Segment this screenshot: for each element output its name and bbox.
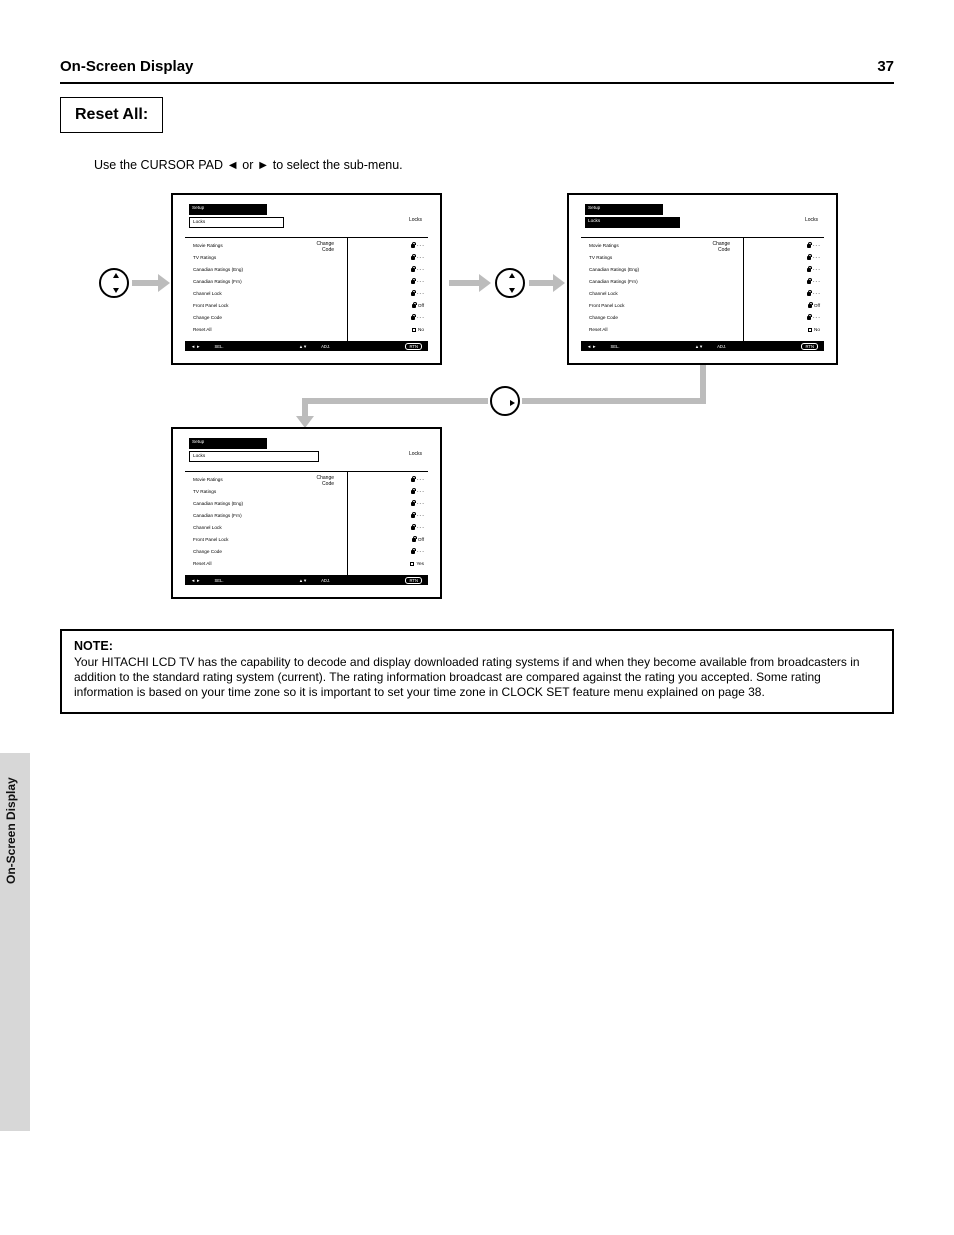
page-number: 37: [877, 58, 894, 75]
osd-row-change-code: Change Code- - -: [193, 549, 424, 554]
osd-row-reset-all: Reset AllNo: [193, 327, 424, 332]
osd-row-channel-lock: Channel Lock- - -: [193, 291, 424, 296]
lock-icon: [807, 292, 811, 296]
osd-row-tv: TV Ratings- - -: [193, 255, 424, 260]
osd-row-ca-frn: Canadian Ratings (Frn)- - -: [193, 279, 424, 284]
osd-tab-locks: Locks: [193, 453, 205, 458]
osd-row-ca-eng: Canadian Ratings (Eng)- - -: [589, 267, 820, 272]
osd-row-tv: TV Ratings- - -: [589, 255, 820, 260]
osd-tab-locks: Locks: [193, 219, 205, 224]
arrow-right-icon: [529, 280, 555, 286]
lock-icon: [807, 280, 811, 284]
osd-row-movie: Movie Ratings- - -: [193, 477, 424, 482]
cursor-dial-up-down-icon: [99, 268, 129, 298]
osd-panel-1: Setup Locks Locks Change Code Movie Rati…: [171, 193, 442, 365]
osd-row-change-code: Change Code- - -: [589, 315, 820, 320]
lock-icon: [411, 244, 415, 248]
osd-tab-locks: Locks: [588, 218, 600, 223]
lock-icon: [411, 514, 415, 518]
osd-row-movie: Movie Ratings- - -: [193, 243, 424, 248]
osd-footer: ◄ ► SEL. ▲▼ ADJ. RTN: [185, 341, 428, 351]
lock-icon: [411, 268, 415, 272]
box-icon: [412, 328, 416, 332]
osd-row-channel-lock: Channel Lock- - -: [589, 291, 820, 296]
osd-row-change-code: Change Code- - -: [193, 315, 424, 320]
osd-caption-locks: Locks: [409, 451, 422, 457]
lock-icon: [411, 490, 415, 494]
arrow-right-icon: [132, 280, 160, 286]
header-rule: [60, 82, 894, 84]
osd-row-fp-lock: Front Panel LockOff: [589, 303, 820, 308]
subsection-title: Reset All:: [60, 97, 163, 133]
osd-row-tv: TV Ratings- - -: [193, 489, 424, 494]
arrow-elbow-seg: [302, 398, 488, 404]
osd-row-ca-eng: Canadian Ratings (Eng)- - -: [193, 267, 424, 272]
osd-row-fp-lock: Front Panel LockOff: [193, 537, 424, 542]
arrow-elbow-seg: [302, 398, 308, 418]
box-icon: [808, 328, 812, 332]
osd-tab-setup: Setup: [192, 439, 204, 444]
osd-row-reset-all: Reset AllNo: [589, 327, 820, 332]
arrow-right-icon: [449, 280, 481, 286]
cursor-dial-right-icon: [490, 386, 520, 416]
osd-caption-locks: Locks: [805, 217, 818, 223]
osd-footer: ◄ ► SEL. ▲▼ ADJ. RTN: [581, 341, 824, 351]
lock-icon: [807, 244, 811, 248]
note-body: Your HITACHI LCD TV has the capability t…: [74, 655, 880, 700]
lock-icon: [411, 316, 415, 320]
lock-icon: [411, 256, 415, 260]
lock-icon: [411, 550, 415, 554]
lock-icon: [411, 526, 415, 530]
osd-tab-setup: Setup: [588, 205, 600, 210]
note-label: NOTE:: [74, 639, 880, 653]
lock-icon: [807, 316, 811, 320]
lock-icon: [411, 502, 415, 506]
box-icon: [410, 562, 414, 566]
osd-tab-setup: Setup: [192, 205, 204, 210]
lock-icon: [411, 478, 415, 482]
arrow-elbow-seg: [700, 365, 706, 400]
lock-icon: [808, 304, 812, 308]
cursor-dial-up-down-icon: [495, 268, 525, 298]
lock-icon: [411, 280, 415, 284]
osd-row-ca-frn: Canadian Ratings (Frn)- - -: [589, 279, 820, 284]
note-block: NOTE: Your HITACHI LCD TV has the capabi…: [60, 629, 894, 714]
side-tab-text: On-Screen Display: [4, 777, 18, 884]
osd-panel-2: Setup Locks Locks Change Code Movie Rati…: [567, 193, 838, 365]
osd-row-movie: Movie Ratings- - -: [589, 243, 820, 248]
osd-row-reset-all: Reset AllYes: [193, 561, 424, 566]
instruction-text: Use the CURSOR PAD ◄ or ► to select the …: [94, 158, 403, 172]
lock-icon: [807, 268, 811, 272]
header-title: On-Screen Display: [60, 58, 193, 75]
lock-icon: [412, 304, 416, 308]
osd-caption-locks: Locks: [409, 217, 422, 223]
osd-row-channel-lock: Channel Lock- - -: [193, 525, 424, 530]
lock-icon: [412, 538, 416, 542]
osd-panel-3: Setup Locks Locks Change Code Movie Rati…: [171, 427, 442, 599]
osd-row-ca-eng: Canadian Ratings (Eng)- - -: [193, 501, 424, 506]
arrow-elbow-seg: [522, 398, 706, 404]
lock-icon: [411, 292, 415, 296]
osd-row-fp-lock: Front Panel LockOff: [193, 303, 424, 308]
osd-footer: ◄ ► SEL. ▲▼ ADJ. RTN: [185, 575, 428, 585]
lock-icon: [807, 256, 811, 260]
osd-row-ca-frn: Canadian Ratings (Frn)- - -: [193, 513, 424, 518]
